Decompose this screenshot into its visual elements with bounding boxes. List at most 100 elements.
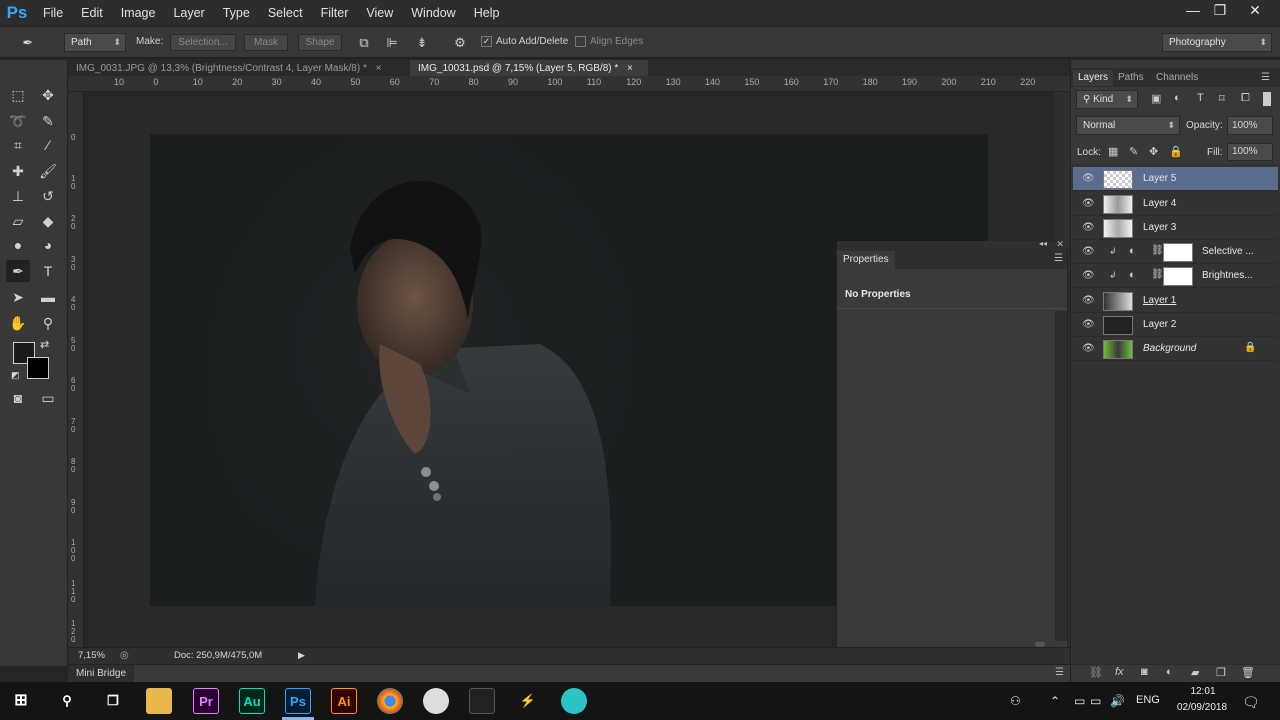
- input-language[interactable]: ENG: [1136, 694, 1160, 706]
- new-layer-icon[interactable]: ❐: [1216, 666, 1226, 679]
- chain-link-icon[interactable]: ⛓: [1151, 269, 1164, 280]
- lock-transparent-icon[interactable]: ▦: [1108, 145, 1118, 158]
- panel-menu-icon[interactable]: ☰: [1055, 667, 1064, 678]
- tab-close-icon[interactable]: ×: [376, 63, 382, 74]
- path-operations-icon[interactable]: ⧉: [356, 35, 372, 51]
- status-menu-arrow-icon[interactable]: ▶: [298, 650, 305, 661]
- tab-img-0031[interactable]: IMG_0031.JPG @ 13,3% (Brightness/Contras…: [68, 60, 408, 77]
- menu-layer[interactable]: Layer: [164, 6, 213, 20]
- network-icon[interactable]: ▭: [1074, 694, 1085, 708]
- background-color-swatch[interactable]: [27, 357, 49, 379]
- visibility-eye-icon[interactable]: 👁: [1082, 173, 1095, 185]
- tab-paths[interactable]: Paths: [1113, 70, 1149, 86]
- task-view-icon[interactable]: ❐: [100, 688, 126, 714]
- adjustment-layer-icon[interactable]: ◐: [1166, 666, 1173, 678]
- menu-help[interactable]: Help: [465, 6, 509, 20]
- layer-row[interactable]: 👁 Layer 5: [1073, 167, 1278, 191]
- paint-bucket-tool-icon[interactable]: ◆: [36, 210, 60, 232]
- close-panel-icon[interactable]: ✕: [1056, 239, 1064, 250]
- link-layers-icon[interactable]: ⛓: [1089, 666, 1103, 679]
- zoom-tool-icon[interactable]: ⚲: [36, 312, 60, 334]
- file-explorer-icon[interactable]: [146, 688, 172, 714]
- collapse-icon[interactable]: ◂◂: [1039, 239, 1047, 248]
- rectangle-tool-icon[interactable]: ▬: [36, 286, 60, 308]
- visibility-eye-icon[interactable]: 👁: [1082, 198, 1095, 210]
- new-group-icon[interactable]: ▰: [1191, 666, 1199, 679]
- fx-icon[interactable]: fx: [1115, 666, 1124, 678]
- move-tool-icon[interactable]: ✥: [36, 84, 60, 106]
- lock-position-icon[interactable]: ✥: [1149, 145, 1158, 158]
- tab-properties[interactable]: Properties: [837, 251, 895, 269]
- blend-mode-select[interactable]: Normal: [1076, 116, 1180, 135]
- pen-tool-icon[interactable]: ✒: [6, 260, 30, 282]
- path-arrangement-icon[interactable]: ⇟: [414, 35, 430, 51]
- fill-field[interactable]: 100%: [1227, 143, 1273, 161]
- properties-scrollbar[interactable]: [1055, 311, 1067, 641]
- menu-select[interactable]: Select: [259, 6, 312, 20]
- dodge-tool-icon[interactable]: ◕: [36, 234, 60, 256]
- premiere-icon[interactable]: Pr: [193, 688, 219, 714]
- app-icon[interactable]: ⚡: [515, 688, 541, 714]
- path-selection-tool-icon[interactable]: ➤: [6, 286, 30, 308]
- minimize-button[interactable]: —: [1178, 2, 1208, 22]
- visibility-eye-icon[interactable]: 👁: [1082, 319, 1095, 331]
- swap-colors-icon[interactable]: ⇄: [40, 338, 49, 351]
- adjustment-filter-icon[interactable]: ◐: [1174, 92, 1181, 104]
- lock-all-icon[interactable]: 🔒: [1169, 145, 1183, 158]
- crop-tool-icon[interactable]: ⌗: [6, 134, 30, 156]
- chrome-icon[interactable]: [377, 688, 403, 714]
- layer-row[interactable]: 👁 ↲ ◐ ⛓ Selective ...: [1073, 240, 1278, 264]
- status-info-icon[interactable]: ◎: [120, 650, 129, 661]
- zoom-level[interactable]: 7,15%: [78, 650, 105, 661]
- clone-stamp-tool-icon[interactable]: ⊥: [6, 185, 30, 207]
- image-filter-icon[interactable]: ▣: [1151, 92, 1161, 105]
- shape-filter-icon[interactable]: ⌑: [1219, 92, 1225, 105]
- gear-icon[interactable]: ⚙: [452, 35, 468, 51]
- app-icon[interactable]: [561, 688, 587, 714]
- quick-selection-tool-icon[interactable]: ✎: [36, 110, 60, 132]
- tab-layers[interactable]: Layers: [1073, 70, 1114, 86]
- pen-tool-preset-icon[interactable]: ✒: [20, 35, 36, 51]
- search-icon[interactable]: ⚲: [54, 688, 80, 714]
- screen-mode-icon[interactable]: ▭: [36, 387, 60, 409]
- lock-pixels-icon[interactable]: ✎: [1129, 145, 1138, 158]
- eyedropper-tool-icon[interactable]: ⁄: [36, 134, 60, 156]
- type-tool-icon[interactable]: T: [36, 260, 60, 282]
- windows-start-icon[interactable]: ⊞: [8, 688, 34, 714]
- tab-channels[interactable]: Channels: [1151, 70, 1203, 86]
- people-icon[interactable]: ⚇: [1010, 694, 1021, 708]
- opacity-field[interactable]: 100%: [1227, 116, 1273, 135]
- layer-filter-select[interactable]: ⚲ Kind: [1076, 90, 1138, 109]
- menu-filter[interactable]: Filter: [312, 6, 358, 20]
- app-icon[interactable]: [423, 688, 449, 714]
- visibility-eye-icon[interactable]: 👁: [1082, 270, 1095, 282]
- clock-time[interactable]: 12:01: [1178, 686, 1228, 697]
- smart-object-filter-icon[interactable]: ⧠: [1241, 92, 1250, 105]
- history-brush-tool-icon[interactable]: ↺: [36, 185, 60, 207]
- photoshop-taskbar-icon[interactable]: Ps: [285, 688, 311, 714]
- close-window-button[interactable]: ✕: [1240, 2, 1270, 22]
- trash-icon[interactable]: 🗑: [1241, 666, 1255, 679]
- layer-row[interactable]: 👁 Background 🔒: [1073, 337, 1278, 361]
- menu-edit[interactable]: Edit: [72, 6, 112, 20]
- clock-date[interactable]: 02/09/2018: [1172, 702, 1232, 713]
- make-selection-button[interactable]: Selection...: [170, 34, 236, 51]
- panel-menu-icon[interactable]: ☰: [1054, 253, 1063, 264]
- menu-file[interactable]: File: [34, 6, 72, 20]
- path-alignment-icon[interactable]: ⊫: [384, 35, 400, 51]
- blur-tool-icon[interactable]: ●: [6, 234, 30, 256]
- notifications-icon[interactable]: 🗨: [1242, 694, 1260, 711]
- tab-close-icon[interactable]: ×: [627, 63, 633, 74]
- layer-row[interactable]: 👁 ↲ ◐ ⛓ Brightnes...: [1073, 264, 1278, 288]
- menu-image[interactable]: Image: [112, 6, 165, 20]
- visibility-eye-icon[interactable]: 👁: [1082, 246, 1095, 258]
- filter-toggle[interactable]: [1263, 92, 1271, 106]
- menu-type[interactable]: Type: [214, 6, 259, 20]
- make-shape-button[interactable]: Shape: [298, 34, 342, 51]
- brush-tool-icon[interactable]: 🖌: [36, 160, 60, 182]
- chain-link-icon[interactable]: ⛓: [1151, 245, 1164, 256]
- workspace-select[interactable]: Photography: [1162, 33, 1272, 52]
- app-icon[interactable]: [469, 688, 495, 714]
- layer-row[interactable]: 👁 Layer 4: [1073, 192, 1278, 216]
- restore-button[interactable]: ❐: [1205, 2, 1235, 22]
